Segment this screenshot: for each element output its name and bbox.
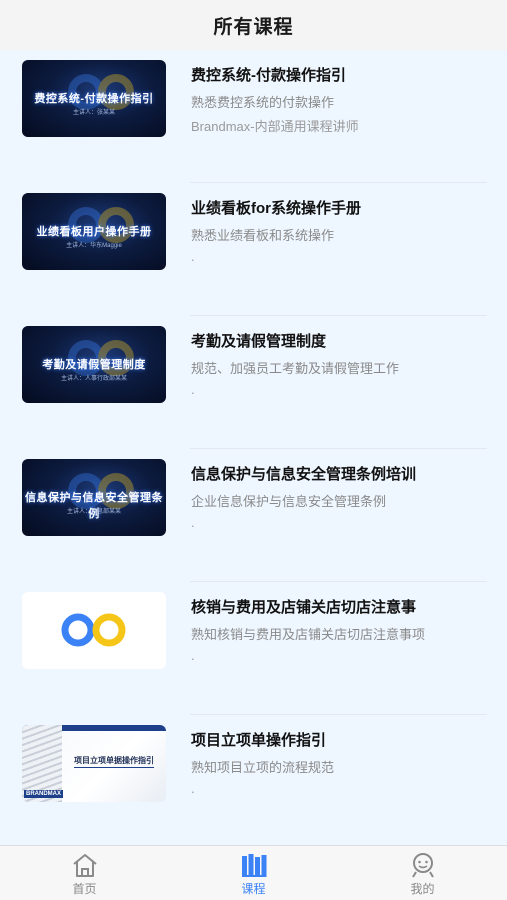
- tab-profile[interactable]: 我的: [338, 846, 507, 900]
- course-description: 熟知核销与费用及店铺关店切店注意事项: [191, 627, 426, 642]
- course-description: 熟悉业绩看板和系统操作: [191, 228, 335, 243]
- course-title[interactable]: 考勤及请假管理制度: [191, 330, 326, 351]
- course-item[interactable]: 考勤及请假管理制度 主讲人：人事行政部某某 考勤及请假管理制度 规范、加强员工考…: [0, 316, 507, 449]
- profile-icon: [411, 853, 434, 878]
- course-description: 规范、加强员工考勤及请假管理工作: [191, 361, 400, 376]
- course-item[interactable]: 信息保护与信息安全管理条例 主讲人：信息部某某 信息保护与信息安全管理条例培训 …: [0, 449, 507, 582]
- thumbnail-subcaption: 主讲人：华东Maggie: [66, 243, 122, 249]
- thumbnail-caption: 项目立项单据操作指引: [74, 756, 154, 765]
- course-thumbnail[interactable]: [22, 592, 166, 669]
- thumbnail-subcaption: 主讲人：张某某: [72, 110, 115, 116]
- thumbnail-caption: 业绩看板用户操作手册: [36, 226, 152, 238]
- page-title: 所有课程: [213, 16, 294, 38]
- home-icon: [72, 854, 97, 877]
- course-instructor: .: [191, 382, 195, 397]
- course-title[interactable]: 信息保护与信息安全管理条例培训: [191, 463, 416, 484]
- course-title[interactable]: 业绩看板for系统操作手册: [191, 197, 361, 218]
- course-title[interactable]: 核销与费用及店铺关店切店注意事: [191, 596, 416, 617]
- course-instructor: .: [191, 648, 195, 663]
- thumbnail-brand: BRANDMAX: [24, 790, 63, 798]
- course-thumbnail[interactable]: 业绩看板用户操作手册 主讲人：华东Maggie: [22, 193, 166, 270]
- course-description: 企业信息保护与信息安全管理条例: [191, 494, 387, 509]
- course-item[interactable]: 业绩看板用户操作手册 主讲人：华东Maggie 业绩看板for系统操作手册 熟悉…: [0, 183, 507, 316]
- app-header: 所有课程: [0, 0, 507, 50]
- tab-label: 首页: [72, 882, 97, 896]
- course-description: 熟悉费控系统的付款操作: [191, 95, 335, 110]
- course-instructor: Brandmax-内部通用课程讲师: [191, 119, 359, 134]
- course-item[interactable]: 费控系统-付款操作指引 主讲人：张某某 费控系统-付款操作指引 熟悉费控系统的付…: [0, 50, 507, 183]
- books-icon: [241, 854, 266, 877]
- thumbnail-subcaption: 主讲人：信息部某某: [66, 509, 121, 515]
- bottom-tab-bar: 首页 课程 我的: [0, 845, 507, 900]
- course-thumbnail[interactable]: 考勤及请假管理制度 主讲人：人事行政部某某: [22, 326, 166, 403]
- thumbnail-rule: [74, 767, 154, 768]
- course-instructor: .: [191, 515, 195, 530]
- course-instructor: .: [191, 249, 195, 264]
- course-item[interactable]: 项目立项单据操作指引 BRANDMAX 项目立项单操作指引 熟知项目立项的流程规…: [0, 715, 507, 845]
- tab-courses[interactable]: 课程: [169, 846, 338, 900]
- thumbnail-caption: 考勤及请假管理制度: [42, 359, 146, 371]
- course-title[interactable]: 项目立项单操作指引: [191, 729, 326, 750]
- course-thumbnail[interactable]: 项目立项单据操作指引 BRANDMAX: [22, 725, 166, 802]
- thumbnail-subcaption: 主讲人：人事行政部某某: [60, 376, 127, 382]
- thumbnail-caption: 信息保护与信息安全管理条例: [25, 492, 163, 520]
- brand-logo-icon: [61, 613, 126, 647]
- course-item[interactable]: 核销与费用及店铺关店切店注意事 熟知核销与费用及店铺关店切店注意事项 .: [0, 582, 507, 715]
- course-title[interactable]: 费控系统-付款操作指引: [191, 64, 346, 85]
- course-instructor: .: [191, 781, 195, 796]
- tab-label: 我的: [410, 882, 435, 896]
- tab-home[interactable]: 首页: [0, 846, 169, 900]
- tab-label: 课程: [241, 882, 266, 896]
- thumbnail-caption: 费控系统-付款操作指引: [34, 93, 154, 105]
- course-thumbnail[interactable]: 信息保护与信息安全管理条例 主讲人：信息部某某: [22, 459, 166, 536]
- course-list[interactable]: 费控系统-付款操作指引 主讲人：张某某 费控系统-付款操作指引 熟悉费控系统的付…: [0, 50, 507, 845]
- course-thumbnail[interactable]: 费控系统-付款操作指引 主讲人：张某某: [22, 60, 166, 137]
- course-description: 熟知项目立项的流程规范: [191, 760, 335, 775]
